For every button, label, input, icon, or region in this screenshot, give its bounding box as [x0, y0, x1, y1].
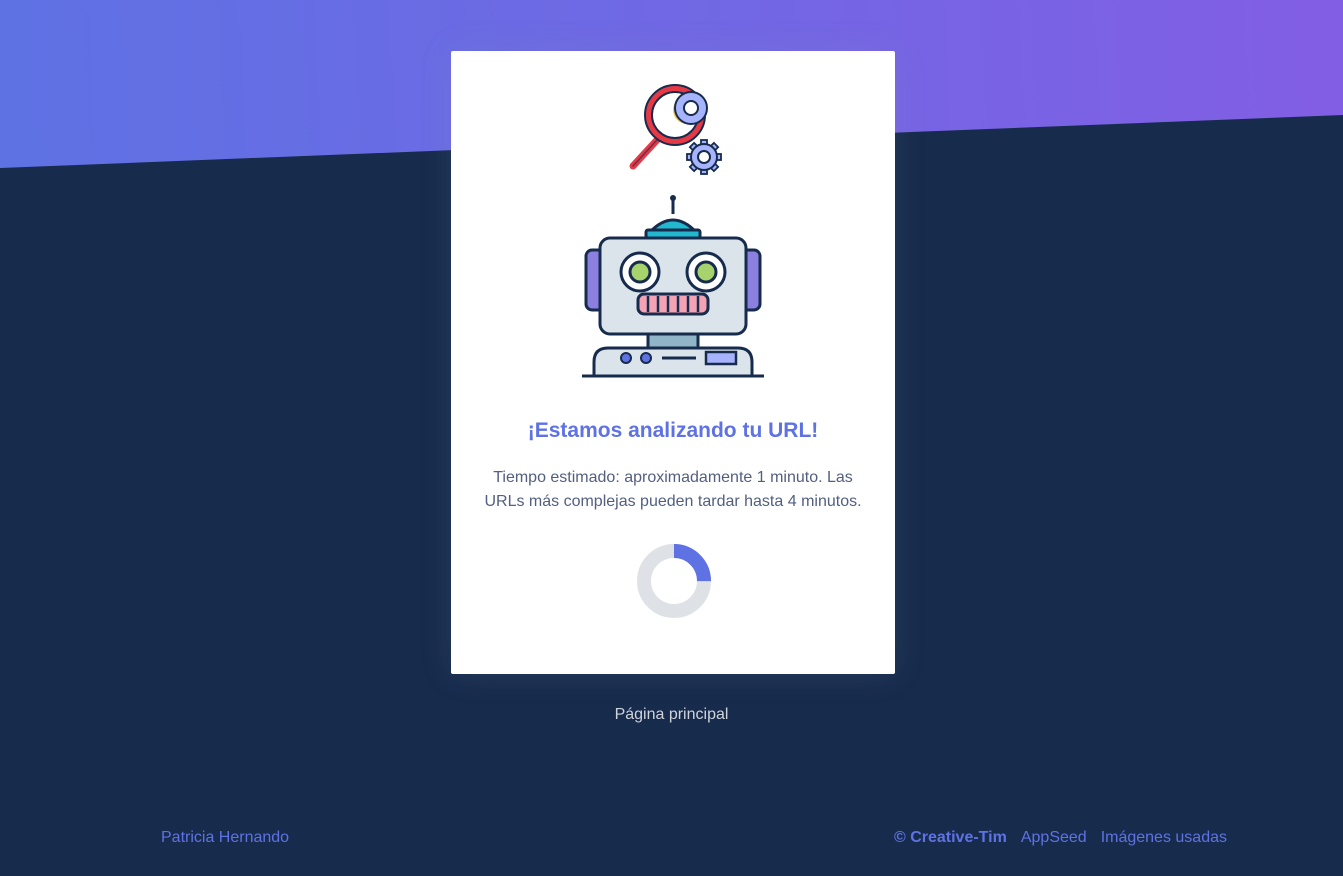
author-link[interactable]: Patricia Hernando	[161, 829, 289, 847]
footer-links: © Creative-Tim AppSeed Imágenes usadas	[894, 829, 1227, 847]
images-used-link[interactable]: Imágenes usadas	[1101, 829, 1227, 847]
analysis-card: ¡Estamos analizando tu URL! Tiempo estim…	[451, 51, 895, 674]
robot-icon	[582, 195, 764, 378]
appseed-link[interactable]: AppSeed	[1021, 829, 1087, 847]
creative-tim-link[interactable]: © Creative-Tim	[894, 829, 1007, 847]
page: ¡Estamos analizando tu URL! Tiempo estim…	[0, 0, 1343, 876]
magnifier-gear-icon	[629, 84, 722, 175]
estimated-time-text: Tiempo estimado: aproximadamente 1 minut…	[484, 469, 862, 510]
home-page-link[interactable]: Página principal	[0, 706, 1343, 724]
loading-spinner	[637, 544, 711, 618]
analysis-title: ¡Estamos analizando tu URL!	[527, 419, 819, 442]
